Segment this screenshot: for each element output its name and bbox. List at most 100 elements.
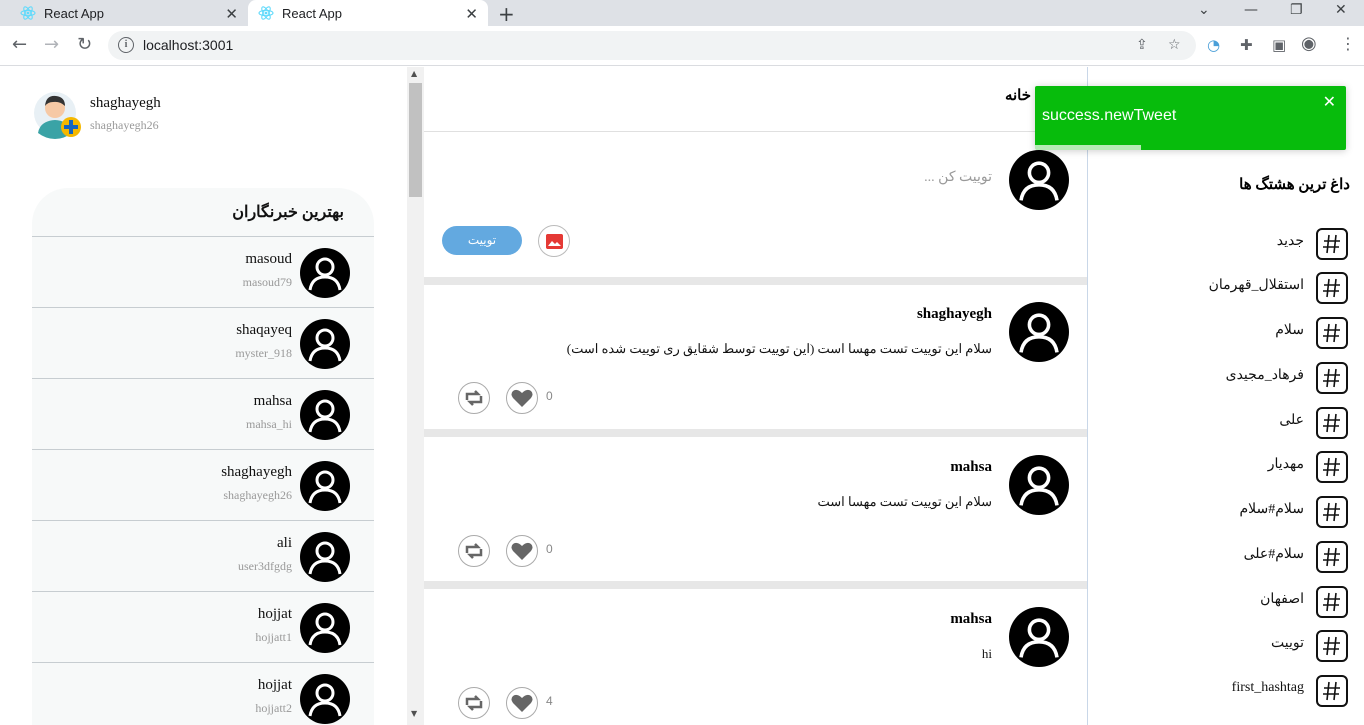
user-list-item[interactable]: hojjat hojjatt1	[32, 592, 374, 663]
like-button[interactable]	[506, 687, 538, 719]
tweet-input[interactable]: توییت کن ...	[924, 169, 992, 186]
tweet-author[interactable]: shaghayegh	[917, 306, 992, 323]
hashtag-label: اصفهان	[1260, 592, 1304, 607]
browser-tab-2[interactable]: React App ✕	[248, 0, 488, 26]
address-bar[interactable]: i localhost:3001 ⇪ ☆	[108, 31, 1196, 60]
user-avatar-icon	[300, 248, 350, 298]
browser-tab-1[interactable]: React App ✕	[0, 0, 248, 26]
sidepanel-icon[interactable]: ▣	[1272, 36, 1286, 54]
tweet-author[interactable]: mahsa	[950, 611, 992, 628]
hashtag-item[interactable]: مهدیار	[1089, 451, 1364, 495]
user-list-item[interactable]: shaghayegh shaghayegh26	[32, 450, 374, 521]
user-list-item[interactable]: hojjat hojjatt2	[32, 663, 374, 725]
like-count: 4	[546, 694, 553, 708]
user-avatar-icon	[300, 461, 350, 511]
user-name: shaqayeq	[236, 322, 292, 338]
scrollbar-thumb[interactable]	[409, 83, 422, 197]
minimize-icon[interactable]: —	[1244, 2, 1258, 18]
reload-icon[interactable]: ↻	[77, 34, 92, 55]
user-avatar-icon	[1009, 607, 1069, 667]
info-icon[interactable]: i	[118, 37, 134, 53]
profile-card[interactable]: shaghayegh shaghayegh26	[34, 89, 234, 141]
hashtag-label: فرهاد_مجیدی	[1225, 368, 1304, 383]
user-name: hojjat	[257, 677, 292, 693]
profile-icon[interactable]: ◉	[1301, 33, 1317, 54]
hashtag-icon	[1316, 675, 1348, 707]
hashtag-item[interactable]: سلام	[1089, 317, 1364, 361]
success-toast[interactable]: success.newTweet ✕	[1035, 86, 1346, 150]
hashtag-icon	[1316, 407, 1348, 439]
hashtag-item[interactable]: first_hashtag	[1089, 675, 1364, 719]
forward-icon[interactable]: →	[44, 34, 59, 55]
profile-username: shaghayegh26	[90, 118, 159, 132]
user-name: masoud	[245, 251, 292, 267]
user-name: mahsa	[253, 393, 292, 409]
user-list-item[interactable]: shaqayeq myster_918	[32, 308, 374, 379]
user-list-item[interactable]: mahsa mahsa_hi	[32, 379, 374, 450]
page: shaghayegh shaghayegh26 بهترین خبرنگاران…	[0, 67, 1364, 725]
hashtag-label: سلام	[1275, 323, 1304, 338]
menu-icon[interactable]: ⋮	[1340, 34, 1356, 53]
browser-tabstrip: React App ✕ React App ✕ + ⌄ — ❐ ✕	[0, 0, 1364, 26]
tweet-card[interactable]: mahsa hi 4	[424, 590, 1087, 725]
hashtag-item[interactable]: سلام#سلام	[1089, 496, 1364, 540]
hashtag-item[interactable]: جدید	[1089, 228, 1364, 272]
like-button[interactable]	[506, 382, 538, 414]
like-count: 0	[546, 389, 553, 403]
tweet-card[interactable]: shaghayegh سلام این توییت تست مهسا است (…	[424, 285, 1087, 430]
image-icon	[546, 234, 563, 249]
best-users-panel: بهترین خبرنگاران masoud masoud79 shaqaye…	[32, 188, 374, 725]
hashtag-item[interactable]: سلام#علی	[1089, 541, 1364, 585]
main-header: خانه	[424, 67, 1087, 132]
best-users-title: بهترین خبرنگاران	[232, 204, 344, 221]
user-list-item[interactable]: masoud masoud79	[32, 237, 374, 308]
tweet-button[interactable]: توییت	[442, 226, 522, 255]
scrollbar[interactable]: ▲ ▼	[407, 67, 424, 725]
hashtag-item[interactable]: استقلال_قهرمان	[1089, 272, 1364, 316]
user-name: shaghayegh	[221, 464, 292, 480]
hashtag-icon	[1316, 586, 1348, 618]
hashtag-item[interactable]: علی	[1089, 407, 1364, 451]
hashtag-item[interactable]: توییت	[1089, 630, 1364, 674]
hashtag-icon	[1316, 451, 1348, 483]
retweet-icon	[465, 390, 483, 406]
retweet-button[interactable]	[458, 687, 490, 719]
close-window-icon[interactable]: ✕	[1335, 2, 1347, 18]
tweet-text: سلام این توییت تست مهسا است (این توییت ت…	[566, 341, 992, 356]
retweet-button[interactable]	[458, 382, 490, 414]
toast-progress-bar	[1035, 145, 1141, 150]
image-upload-button[interactable]	[538, 225, 570, 257]
tweet-author[interactable]: mahsa	[950, 459, 992, 476]
close-icon[interactable]: ✕	[465, 5, 478, 23]
star-icon[interactable]: ☆	[1168, 37, 1181, 53]
user-list-item[interactable]: ali user3dfgdg	[32, 521, 374, 592]
hashtag-item[interactable]: اصفهان	[1089, 586, 1364, 630]
user-avatar-icon	[300, 390, 350, 440]
retweet-button[interactable]	[458, 535, 490, 567]
chevron-down-icon[interactable]: ⌄	[1198, 2, 1210, 18]
user-username: hojjatt2	[255, 701, 292, 715]
tweet-card[interactable]: mahsa سلام این توییت تست مهسا است 0	[424, 438, 1087, 583]
user-name: hojjat	[257, 606, 292, 622]
scroll-down-icon[interactable]: ▼	[411, 709, 417, 718]
scroll-up-icon[interactable]: ▲	[411, 69, 417, 78]
hashtag-label: جدید	[1276, 234, 1304, 249]
heart-icon	[511, 389, 533, 407]
share-icon[interactable]: ⇪	[1136, 37, 1148, 53]
tab-title: React App	[44, 5, 104, 21]
back-icon[interactable]: ←	[12, 34, 27, 55]
user-avatar-icon	[300, 674, 350, 724]
hashtag-label: first_hashtag	[1231, 680, 1304, 695]
hashtag-item[interactable]: فرهاد_مجیدی	[1089, 362, 1364, 406]
close-icon[interactable]: ✕	[225, 5, 238, 23]
user-avatar-icon	[300, 603, 350, 653]
trends-panel: داغ ترین هشتگ ها جدید استقلال_قهرمان سلا…	[1089, 67, 1364, 725]
like-count: 0	[546, 542, 553, 556]
restore-icon[interactable]: ❐	[1290, 2, 1303, 18]
puzzle-icon[interactable]: ✚	[1240, 36, 1253, 54]
like-button[interactable]	[506, 535, 538, 567]
extension-icon[interactable]: ◔	[1207, 36, 1220, 54]
new-tab-icon[interactable]: +	[498, 2, 515, 26]
close-icon[interactable]: ✕	[1323, 92, 1336, 111]
user-name: ali	[277, 535, 292, 551]
